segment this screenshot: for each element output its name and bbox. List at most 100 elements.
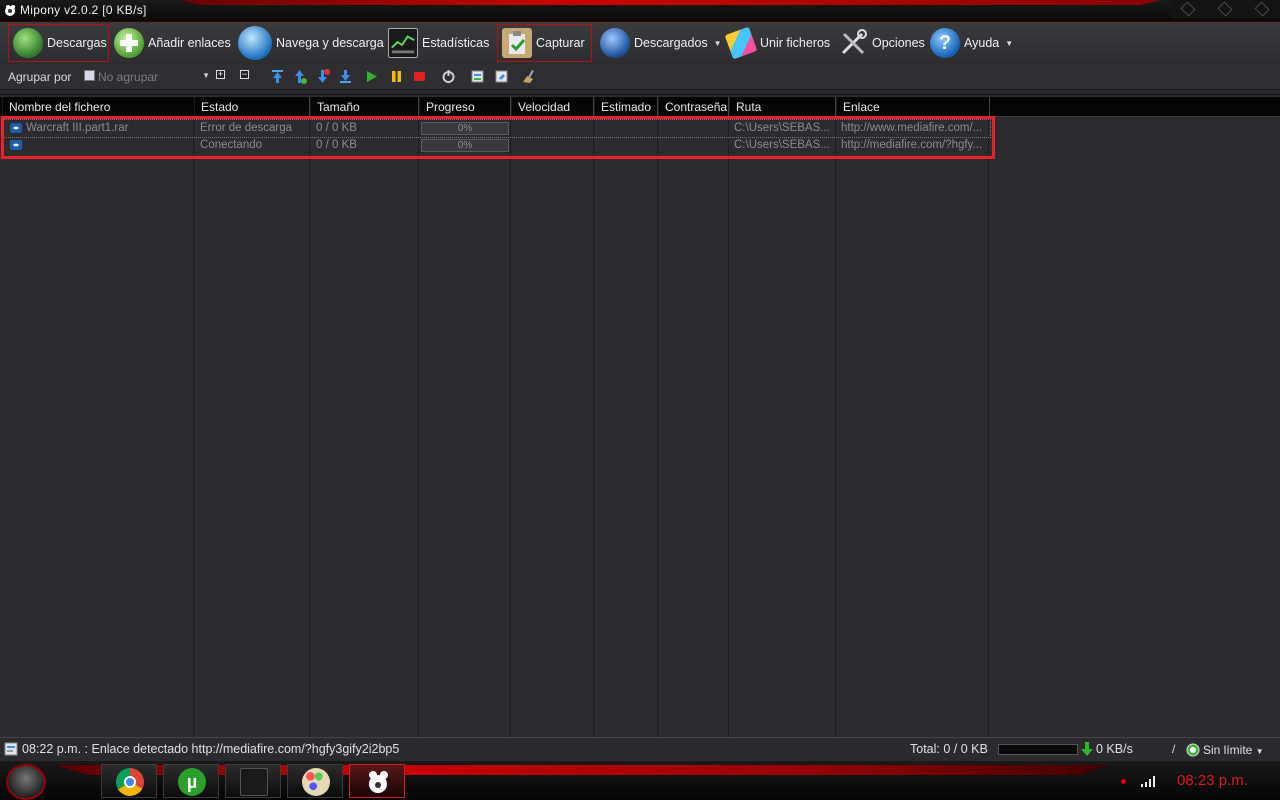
descargas-button[interactable]: Descargas xyxy=(8,24,109,62)
file-eta xyxy=(594,120,656,137)
taskbar-chrome[interactable] xyxy=(101,764,157,798)
downloads-table: Nombre del fichero Estado Tamaño Progres… xyxy=(0,94,1280,737)
secondary-toolbar: Agrupar por No agrupar ▼ + − xyxy=(0,64,1280,90)
chevron-down-icon: ▼ xyxy=(1005,38,1014,48)
navega-button[interactable]: Navega y descarga xyxy=(234,24,388,62)
column-header[interactable]: Enlace xyxy=(836,97,990,117)
window-title: Mipony v2.0.2 [0 KB/s] xyxy=(20,3,147,17)
mipony-logo-icon xyxy=(5,5,15,16)
pause-icon[interactable] xyxy=(389,69,404,84)
descargas-label: Descargas xyxy=(47,36,107,50)
move-top-icon[interactable] xyxy=(270,69,285,84)
group-by-label: Agrupar por xyxy=(8,70,72,84)
ayuda-button[interactable]: ? Ayuda ▼ xyxy=(926,24,1017,62)
paint-palette-icon xyxy=(302,768,330,796)
opciones-label: Opciones xyxy=(872,36,925,50)
add-icon xyxy=(114,28,144,58)
column-header[interactable]: Contraseña xyxy=(658,97,729,117)
capturar-label: Capturar xyxy=(536,36,585,50)
descargados-button[interactable]: Descargados ▼ xyxy=(596,24,726,62)
collapse-all-button[interactable]: − xyxy=(240,70,249,79)
help-icon: ? xyxy=(930,28,960,58)
speed-limit-select[interactable]: Sin límite ▼ xyxy=(1203,743,1264,757)
ayuda-label: Ayuda xyxy=(964,36,1000,50)
unir-label: Unir ficheros xyxy=(760,36,831,50)
unir-ficheros-button[interactable]: Unir ficheros xyxy=(722,24,834,62)
clean-icon[interactable] xyxy=(521,69,536,84)
export-list-icon[interactable] xyxy=(494,69,509,84)
file-password xyxy=(658,120,726,137)
file-link: http://mediafire.com/?hgfy... xyxy=(841,139,983,151)
folder-icon xyxy=(240,768,268,796)
column-header[interactable]: Ruta xyxy=(729,97,836,117)
chart-monitor-icon xyxy=(388,28,418,58)
capturar-button[interactable]: Capturar xyxy=(497,24,592,62)
join-files-icon xyxy=(724,26,758,60)
navega-label: Navega y descarga xyxy=(276,36,384,50)
clipboard-check-icon xyxy=(502,28,532,58)
file-speed xyxy=(511,120,591,137)
estadisticas-label: Estadísticas xyxy=(422,36,490,50)
taskbar-paint[interactable] xyxy=(287,764,343,798)
file-size: 0 / 0 KB xyxy=(316,122,357,134)
utorrent-icon: µ xyxy=(178,768,206,796)
move-up-icon[interactable] xyxy=(292,69,307,84)
file-eta xyxy=(594,137,656,154)
file-path: C:\Users\SEBAS... xyxy=(734,122,830,134)
taskbar-clock[interactable]: 08:23 p.m. xyxy=(1177,772,1248,789)
chevron-down-icon: ▼ xyxy=(1255,747,1264,756)
power-icon[interactable] xyxy=(441,69,456,84)
tray-indicator xyxy=(1121,779,1126,784)
total-transfer: Total: 0 / 0 KB xyxy=(910,742,988,756)
column-header[interactable]: Nombre del fichero xyxy=(2,97,195,117)
import-list-icon[interactable] xyxy=(470,69,485,84)
play-icon[interactable] xyxy=(364,69,379,84)
chrome-icon xyxy=(116,768,144,796)
column-header[interactable]: Tamaño xyxy=(310,97,419,117)
column-header[interactable]: Estimado xyxy=(594,97,658,117)
descargados-label: Descargados xyxy=(634,36,708,50)
estadisticas-button[interactable]: Estadísticas xyxy=(384,24,493,62)
main-toolbar: Descargas Añadir enlaces Navega y descar… xyxy=(0,22,1280,64)
group-icon xyxy=(84,70,95,81)
file-password xyxy=(658,137,726,154)
taskbar: µ xyxy=(0,761,1280,800)
progress-bar: 0% xyxy=(421,122,509,135)
taskbar-mipony[interactable] xyxy=(349,764,405,798)
title-decoration xyxy=(180,0,1160,5)
file-speed xyxy=(511,137,591,154)
file-name xyxy=(20,137,190,154)
minimize-button[interactable] xyxy=(1180,1,1196,17)
file-path: C:\Users\SEBAS... xyxy=(734,139,830,151)
stop-icon[interactable] xyxy=(412,69,427,84)
move-bottom-icon[interactable] xyxy=(338,69,353,84)
start-button[interactable] xyxy=(6,764,46,800)
file-status: Conectando xyxy=(200,139,263,151)
status-message: 08:22 p.m. : Enlace detectado http://med… xyxy=(22,742,400,756)
table-header: Nombre del fichero Estado Tamaño Progres… xyxy=(0,97,1280,117)
table-row[interactable]: Warcraft III.part1.rar Error de descarga… xyxy=(1,119,991,138)
taskbar-explorer[interactable] xyxy=(225,764,281,798)
file-status: Error de descarga xyxy=(200,122,293,134)
taskbar-utorrent[interactable]: µ xyxy=(163,764,219,798)
table-row[interactable]: Conectando 0 / 0 KB 0% C:\Users\SEBAS...… xyxy=(2,137,990,154)
separator: / xyxy=(1172,742,1176,756)
group-by-select[interactable]: No agrupar ▼ xyxy=(84,68,212,86)
download-arrow-icon xyxy=(1081,742,1093,756)
close-button[interactable] xyxy=(1254,1,1269,17)
title-bar: Mipony v2.0.2 [0 KB/s] xyxy=(0,0,1280,22)
column-header[interactable]: Velocidad xyxy=(511,97,594,117)
column-header[interactable]: Estado xyxy=(194,97,310,117)
chevron-down-icon: ▼ xyxy=(202,71,210,80)
column-header[interactable]: Progreso xyxy=(419,97,511,117)
total-progress-bar xyxy=(998,744,1078,755)
anadir-label: Añadir enlaces xyxy=(148,36,231,50)
anadir-enlaces-button[interactable]: Añadir enlaces xyxy=(110,24,235,62)
file-name: Warcraft III.part1.rar xyxy=(26,122,129,134)
expand-all-button[interactable]: + xyxy=(216,70,225,79)
maximize-button[interactable] xyxy=(1217,1,1233,17)
network-signal-icon[interactable] xyxy=(1140,775,1158,787)
window-controls xyxy=(1170,0,1280,18)
opciones-button[interactable]: Opciones xyxy=(834,24,929,62)
move-down-icon[interactable] xyxy=(315,69,330,84)
